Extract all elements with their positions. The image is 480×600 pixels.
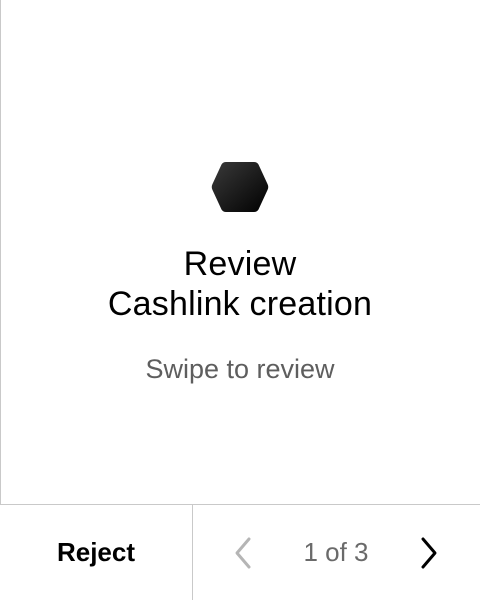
reject-button[interactable]: Reject [0, 505, 192, 600]
title-line-review: Review [183, 245, 297, 283]
pager: 1 of 3 [193, 505, 480, 600]
review-screen: Review Cashlink creation Swipe to review… [0, 0, 480, 600]
previous-page-button[interactable] [223, 533, 263, 573]
swipe-hint: Swipe to review [145, 354, 335, 384]
chevron-right-icon [421, 537, 437, 569]
next-page-button[interactable] [409, 533, 449, 573]
review-card[interactable]: Review Cashlink creation Swipe to review [0, 0, 480, 504]
footer-bar: Reject 1 of 3 [0, 504, 480, 600]
chevron-left-icon [235, 537, 251, 569]
page-indicator: 1 of 3 [303, 537, 369, 567]
page-title: Review Cashlink creation [0, 244, 480, 324]
hexagon-icon [211, 162, 269, 212]
title-line-action: Cashlink creation [107, 285, 373, 323]
